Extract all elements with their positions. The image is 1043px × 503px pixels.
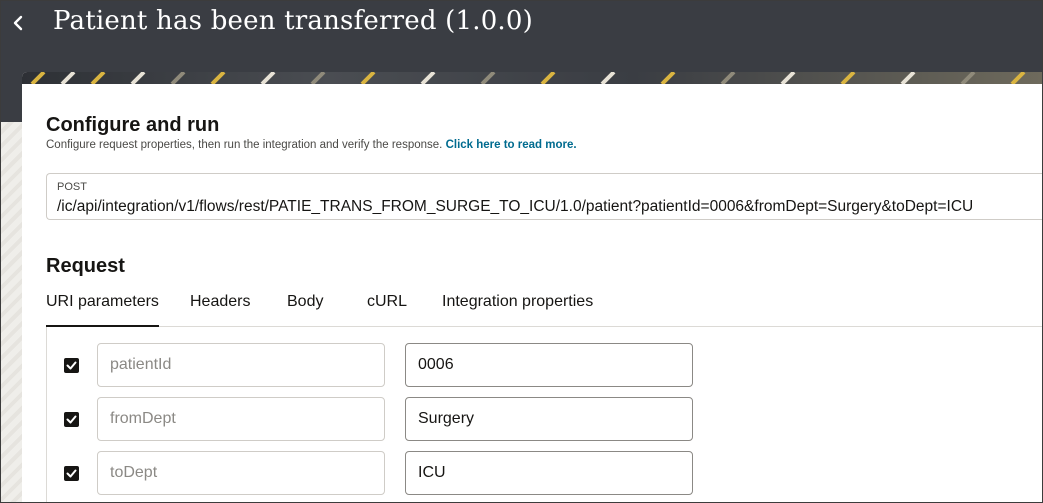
tab-curl[interactable]: cURL	[367, 293, 407, 327]
param-name-field[interactable]: toDept	[97, 451, 385, 495]
param-name-field[interactable]: patientId	[97, 343, 385, 387]
decorative-banner	[22, 72, 1043, 84]
configure-run-card: Configure and run Configure request prop…	[22, 72, 1043, 503]
param-checkbox[interactable]	[64, 412, 79, 427]
param-value-field[interactable]: 0006	[405, 343, 693, 387]
endpoint-url: /ic/api/integration/v1/flows/rest/PATIE_…	[57, 198, 974, 215]
param-name-field[interactable]: fromDept	[97, 397, 385, 441]
param-row-patientid: patientId 0006	[47, 343, 1043, 389]
checkmark-icon	[66, 469, 77, 478]
param-row-fromdept: fromDept Surgery	[47, 397, 1043, 443]
tab-body[interactable]: Body	[287, 293, 323, 327]
tab-integration-properties[interactable]: Integration properties	[442, 293, 593, 327]
read-more-link[interactable]: Click here to read more.	[446, 139, 577, 151]
param-checkbox[interactable]	[64, 358, 79, 373]
param-value-field[interactable]: ICU	[405, 451, 693, 495]
chevron-left-icon	[13, 15, 23, 31]
request-section-title: Request	[46, 255, 125, 277]
configure-run-description: Configure request properties, then run t…	[46, 139, 577, 151]
checkmark-icon	[66, 361, 77, 370]
param-row-todept: toDept ICU	[47, 451, 1043, 497]
back-button[interactable]	[6, 8, 30, 38]
param-checkbox[interactable]	[64, 466, 79, 481]
tab-uri-parameters[interactable]: URI parameters	[46, 293, 159, 327]
checkmark-icon	[66, 415, 77, 424]
tab-headers[interactable]: Headers	[190, 293, 250, 327]
page-title: Patient has been transferred (1.0.0)	[53, 6, 533, 36]
description-text: Configure request properties, then run t…	[46, 139, 443, 151]
background-pattern	[0, 122, 22, 503]
param-value-field[interactable]: Surgery	[405, 397, 693, 441]
configure-run-title: Configure and run	[46, 114, 220, 136]
request-tabs: URI parameters Headers Body cURL Integra…	[46, 290, 1043, 327]
http-method-label: POST	[57, 181, 87, 193]
uri-parameters-panel: patientId 0006 fromDept Surgery toDept I…	[46, 327, 1043, 503]
endpoint-field[interactable]: POST /ic/api/integration/v1/flows/rest/P…	[46, 173, 1043, 220]
